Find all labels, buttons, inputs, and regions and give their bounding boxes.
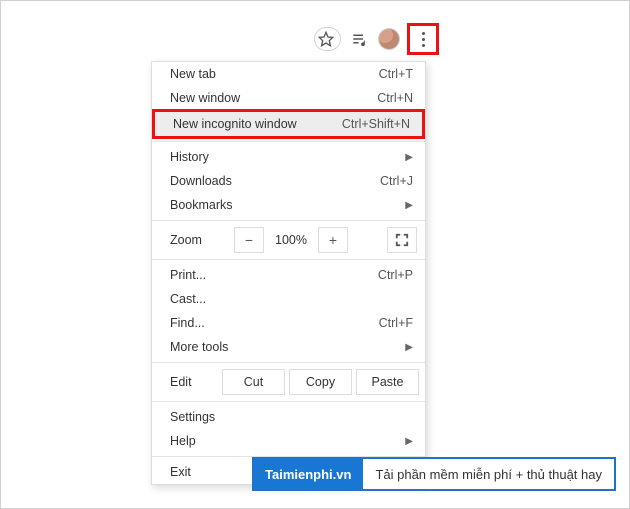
menu-zoom-row: Zoom − 100% +	[152, 224, 425, 256]
menu-button[interactable]	[422, 32, 425, 47]
menu-item-new-window[interactable]: New window Ctrl+N	[152, 86, 425, 110]
menu-item-print[interactable]: Print... Ctrl+P	[152, 263, 425, 287]
menu-item-new-tab[interactable]: New tab Ctrl+T	[152, 62, 425, 86]
menu-separator	[152, 259, 425, 260]
zoom-value: 100%	[268, 233, 314, 247]
menu-item-label: Bookmarks	[170, 198, 397, 212]
kebab-dot-icon	[422, 44, 425, 47]
incognito-highlight: New incognito window Ctrl+Shift+N	[152, 109, 425, 139]
menu-item-history[interactable]: History ▶	[152, 145, 425, 169]
kebab-dot-icon	[422, 38, 425, 41]
menu-item-shortcut: Ctrl+N	[367, 91, 413, 105]
zoom-label: Zoom	[170, 233, 230, 247]
menu-item-shortcut: Ctrl+P	[368, 268, 413, 282]
footer-brand: Taimienphi.vn	[253, 458, 363, 490]
minus-icon: −	[245, 232, 253, 248]
menu-item-downloads[interactable]: Downloads Ctrl+J	[152, 169, 425, 193]
browser-toolbar	[314, 23, 439, 55]
menu-item-settings[interactable]: Settings	[152, 405, 425, 429]
chevron-right-icon: ▶	[397, 436, 413, 447]
menu-edit-row: Edit Cut Copy Paste	[152, 366, 425, 398]
menu-separator	[152, 456, 425, 457]
kebab-dot-icon	[422, 32, 425, 35]
menu-item-shortcut: Ctrl+T	[369, 67, 413, 81]
menu-item-label: Help	[170, 434, 397, 448]
menu-item-label: Cast...	[170, 292, 413, 306]
menu-item-shortcut: Ctrl+Shift+N	[332, 117, 410, 131]
media-queue-icon	[351, 31, 369, 47]
menu-item-cast[interactable]: Cast...	[152, 287, 425, 311]
plus-icon: +	[329, 232, 337, 248]
zoom-out-button[interactable]: −	[234, 227, 264, 253]
menu-item-label: Downloads	[170, 174, 370, 188]
media-queue-button[interactable]	[349, 28, 371, 50]
footer-tagline: Tải phần mềm miễn phí + thủ thuật hay	[363, 458, 615, 490]
menu-item-label: New incognito window	[173, 117, 332, 131]
menu-separator	[152, 401, 425, 402]
menu-button-highlight	[407, 23, 439, 55]
copy-label: Copy	[306, 375, 335, 389]
paste-label: Paste	[372, 375, 404, 389]
menu-item-label: Find...	[170, 316, 369, 330]
copy-button[interactable]: Copy	[289, 369, 352, 395]
bookmark-star-button[interactable]	[314, 27, 341, 51]
chrome-main-menu: New tab Ctrl+T New window Ctrl+N New inc…	[151, 61, 426, 485]
menu-item-more-tools[interactable]: More tools ▶	[152, 335, 425, 359]
edit-label: Edit	[170, 375, 218, 389]
paste-button[interactable]: Paste	[356, 369, 419, 395]
star-icon	[318, 31, 334, 47]
menu-item-label: New window	[170, 91, 367, 105]
footer-watermark: Taimienphi.vn Tải phần mềm miễn phí + th…	[253, 458, 615, 490]
cut-label: Cut	[244, 375, 263, 389]
chevron-right-icon: ▶	[397, 152, 413, 163]
menu-separator	[152, 141, 425, 142]
menu-item-new-incognito[interactable]: New incognito window Ctrl+Shift+N	[155, 112, 422, 136]
chevron-right-icon: ▶	[397, 342, 413, 353]
menu-item-find[interactable]: Find... Ctrl+F	[152, 311, 425, 335]
zoom-in-button[interactable]: +	[318, 227, 348, 253]
profile-avatar[interactable]	[379, 29, 399, 49]
menu-item-shortcut: Ctrl+F	[369, 316, 413, 330]
menu-separator	[152, 362, 425, 363]
menu-item-shortcut: Ctrl+J	[370, 174, 413, 188]
fullscreen-icon	[395, 233, 409, 247]
menu-item-label: New tab	[170, 67, 369, 81]
menu-item-label: Settings	[170, 410, 413, 424]
chevron-right-icon: ▶	[397, 200, 413, 211]
menu-item-help[interactable]: Help ▶	[152, 429, 425, 453]
menu-item-bookmarks[interactable]: Bookmarks ▶	[152, 193, 425, 217]
menu-item-label: Print...	[170, 268, 368, 282]
fullscreen-button[interactable]	[387, 227, 417, 253]
cut-button[interactable]: Cut	[222, 369, 285, 395]
menu-item-label: More tools	[170, 340, 397, 354]
menu-item-label: History	[170, 150, 397, 164]
menu-separator	[152, 220, 425, 221]
